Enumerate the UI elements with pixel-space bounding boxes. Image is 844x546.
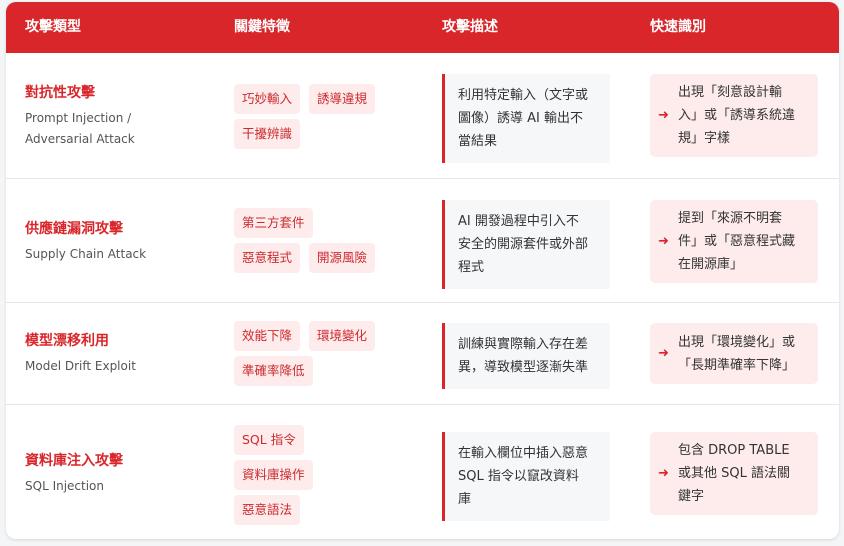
description-line: 異，導致模型逐漸失準: [458, 360, 589, 375]
table-row: 模型漂移利用 Model Drift Exploit 效能下降 環境變化 準確率…: [6, 302, 839, 404]
quick-identify-box: ➜ 提到「來源不明套 件」或「惡意程式藏 在開源庫」: [650, 200, 818, 283]
quick-line: 出現「刻意設計輸: [678, 85, 783, 100]
feature-tags: 巧妙輸入 誘導違規 干擾辨識: [234, 84, 424, 154]
attack-name-zh: 對抗性攻擊: [25, 85, 95, 101]
quick-line: 鍵字: [678, 489, 705, 504]
feature-tag: 惡意程式: [234, 243, 301, 273]
header-attack-type: 攻擊類型: [25, 19, 81, 35]
description-line: 利用特定輸入（文字或: [458, 88, 589, 103]
description-line: 圖像）誘導 AI 輸出不: [458, 111, 583, 126]
quick-line: 包含 DROP TABLE: [678, 443, 790, 458]
table-row: 供應鏈漏洞攻擊 Supply Chain Attack 第三方套件 惡意程式 開…: [6, 178, 839, 302]
description-line: 庫: [458, 492, 472, 507]
attack-name-en: Supply Chain Attack: [25, 247, 147, 261]
quick-identify-text: 出現「環境變化」或 「長期準確率下降」: [678, 331, 795, 377]
attack-name-en: Adversarial Attack: [25, 132, 135, 146]
quick-line: 規」字樣: [678, 131, 731, 146]
arrow-right-icon: ➜: [658, 346, 669, 361]
attack-description: 訓練與實際輸入存在差 異，導致模型逐漸失準: [442, 323, 610, 389]
attack-name-zh: 供應鏈漏洞攻擊: [25, 221, 123, 237]
description-line: 訓練與實際輸入存在差: [458, 337, 589, 352]
header-description: 攻擊描述: [442, 19, 498, 35]
attack-name: 供應鏈漏洞攻擊 Supply Chain Attack: [25, 219, 146, 265]
attack-name: 資料庫注入攻擊 SQL Injection: [25, 451, 123, 497]
feature-tag: SQL 指令: [234, 425, 304, 455]
feature-tag: 效能下降: [234, 321, 301, 351]
quick-line: 入」或「誘導系統違: [678, 108, 796, 123]
feature-tag: 開源風險: [309, 243, 376, 273]
header-key-features: 關鍵特徵: [234, 19, 290, 35]
attack-description: 利用特定輸入（文字或 圖像）誘導 AI 輸出不 當結果: [442, 74, 610, 163]
arrow-right-icon: ➜: [658, 234, 669, 249]
attack-name: 對抗性攻擊 Prompt Injection / Adversarial Att…: [25, 83, 135, 150]
attack-name-zh: 模型漂移利用: [25, 333, 109, 349]
table-row: 資料庫注入攻擊 SQL Injection SQL 指令 資料庫操作 惡意語法 …: [6, 404, 839, 539]
quick-line: 「長期準確率下降」: [678, 357, 796, 373]
quick-identify-text: 提到「來源不明套 件」或「惡意程式藏 在開源庫」: [678, 207, 795, 276]
feature-tag: 環境變化: [309, 321, 376, 351]
description-line: 安全的開源套件或外部: [458, 237, 589, 252]
attack-name: 模型漂移利用 Model Drift Exploit: [25, 331, 136, 377]
description-line: 程式: [458, 260, 485, 275]
feature-tags: 第三方套件 惡意程式 開源風險: [234, 208, 424, 278]
table-row: 對抗性攻擊 Prompt Injection / Adversarial Att…: [6, 53, 839, 178]
attack-name-en: Prompt Injection /: [25, 111, 132, 125]
feature-tag: 干擾辨識: [234, 119, 301, 149]
attack-description: AI 開發過程中引入不 安全的開源套件或外部 程式: [442, 200, 610, 289]
quick-identify-box: ➜ 包含 DROP TABLE 或其他 SQL 語法關 鍵字: [650, 432, 818, 515]
arrow-right-icon: ➜: [658, 108, 669, 123]
description-line: SQL 指令以竄改資料: [458, 469, 579, 484]
attack-types-table: 攻擊類型 關鍵特徵 攻擊描述 快速識別 對抗性攻擊 Prompt Injecti…: [6, 2, 839, 539]
quick-line: 或其他 SQL 語法關: [678, 466, 790, 481]
quick-identify-box: ➜ 出現「環境變化」或 「長期準確率下降」: [650, 323, 818, 384]
quick-line: 提到「來源不明套: [678, 211, 783, 226]
description-line: AI 開發過程中引入不: [458, 214, 579, 229]
quick-line: 件」或「惡意程式藏: [678, 234, 796, 249]
feature-tag: 巧妙輸入: [234, 84, 301, 114]
attack-name-en: SQL Injection: [25, 479, 105, 493]
feature-tags: SQL 指令 資料庫操作 惡意語法: [234, 425, 424, 530]
feature-tag: 資料庫操作: [234, 460, 313, 490]
table-header: 攻擊類型 關鍵特徵 攻擊描述 快速識別: [6, 2, 839, 53]
attack-description: 在輸入欄位中插入惡意 SQL 指令以竄改資料 庫: [442, 432, 610, 521]
quick-identify-text: 出現「刻意設計輸 入」或「誘導系統違 規」字樣: [678, 81, 795, 150]
feature-tag: 準確率降低: [234, 356, 313, 386]
quick-line: 出現「環境變化」或: [678, 334, 796, 350]
feature-tag: 誘導違規: [309, 84, 376, 114]
feature-tags: 效能下降 環境變化 準確率降低: [234, 321, 424, 391]
header-quick-identify: 快速識別: [650, 19, 706, 35]
attack-name-zh: 資料庫注入攻擊: [25, 453, 123, 469]
description-line: 當結果: [458, 134, 498, 149]
description-line: 在輸入欄位中插入惡意: [458, 446, 589, 461]
quick-identify-text: 包含 DROP TABLE 或其他 SQL 語法關 鍵字: [678, 439, 790, 508]
quick-identify-box: ➜ 出現「刻意設計輸 入」或「誘導系統違 規」字樣: [650, 74, 818, 157]
quick-line: 在開源庫」: [678, 257, 744, 272]
feature-tag: 第三方套件: [234, 208, 313, 238]
attack-name-en: Model Drift Exploit: [25, 359, 136, 373]
feature-tag: 惡意語法: [234, 495, 301, 525]
arrow-right-icon: ➜: [658, 466, 669, 481]
